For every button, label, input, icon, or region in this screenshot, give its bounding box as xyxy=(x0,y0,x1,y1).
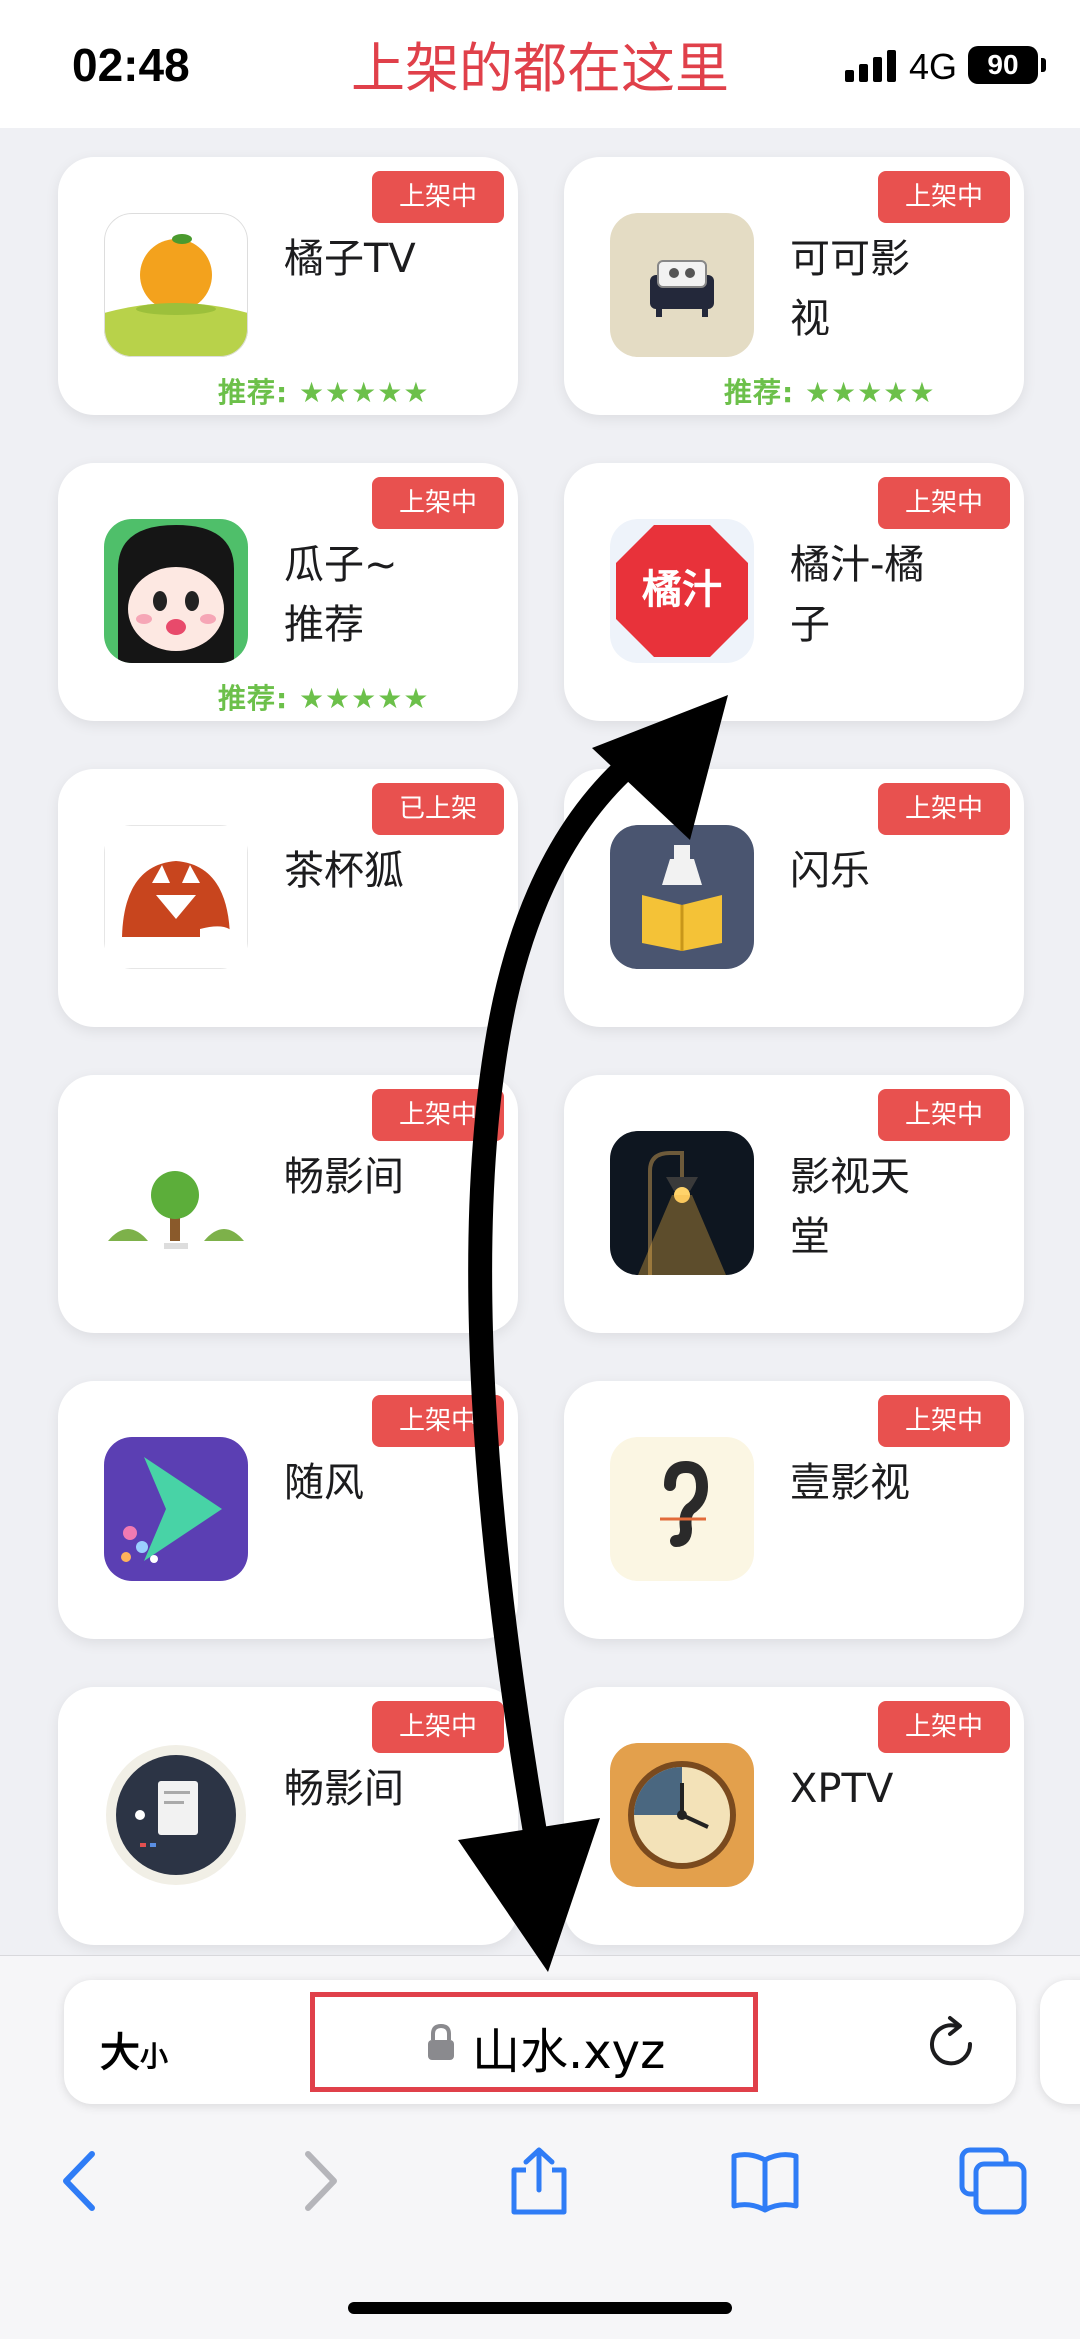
app-name: 瓜子~推荐 xyxy=(284,542,398,648)
status-badge: 上架中 xyxy=(878,477,1010,529)
status-badge: 上架中 xyxy=(372,171,504,223)
battery-icon: 90 xyxy=(968,46,1038,84)
orange-icon xyxy=(104,213,248,357)
app-card[interactable]: 随风 上架中 xyxy=(58,1381,518,1639)
app-card[interactable]: 橘汁 橘汁-橘子 上架中 xyxy=(564,463,1024,721)
juzhi-logo-icon: 橘汁 xyxy=(610,519,754,663)
rating-label: 推荐: ★★★★★ xyxy=(724,376,936,409)
app-card[interactable]: 畅影间 上架中 xyxy=(58,1687,518,1945)
juzhi-logo-text: 橘汁 xyxy=(642,567,722,613)
app-name: 闪乐 xyxy=(790,848,870,894)
status-badge: 已上架 xyxy=(372,783,504,835)
reload-icon[interactable] xyxy=(926,2014,978,2070)
text-size-button[interactable]: 大小 xyxy=(100,2020,168,2078)
play-arrow-icon xyxy=(104,1437,248,1581)
status-badge: 上架中 xyxy=(878,171,1010,223)
tree-icon xyxy=(104,1131,248,1275)
lock-icon xyxy=(428,2024,454,2060)
network-type: 4G xyxy=(909,46,958,87)
app-card[interactable]: 影视天堂 上架中 xyxy=(564,1075,1024,1333)
app-name: 茶杯狐 xyxy=(284,848,404,894)
rating-label: 推荐: ★★★★★ xyxy=(218,682,430,715)
app-name: 橘子TV xyxy=(284,236,416,282)
app-card[interactable]: 橘子TV 上架中 推荐: ★★★★★ xyxy=(58,157,518,415)
home-indicator[interactable] xyxy=(348,2302,732,2314)
ear-icon xyxy=(610,1437,754,1581)
app-name: 畅影间 xyxy=(284,1154,404,1200)
app-card[interactable]: XPTV 上架中 xyxy=(564,1687,1024,1945)
document-icon xyxy=(104,1743,248,1887)
app-name: 畅影间 xyxy=(284,1766,404,1812)
app-name: 橘汁-橘子 xyxy=(790,542,925,648)
app-name: 可可影视 xyxy=(790,236,910,342)
forward-icon[interactable] xyxy=(282,2146,352,2216)
status-bar: 02:48 上架的都在这里 4G 90 xyxy=(0,0,1080,128)
status-badge: 上架中 xyxy=(878,1701,1010,1753)
status-badge: 上架中 xyxy=(878,1395,1010,1447)
text-size-big: 大 xyxy=(100,2030,140,2076)
sofa-icon xyxy=(610,213,754,357)
clock-icon xyxy=(610,1743,754,1887)
battery-tip xyxy=(1041,58,1046,72)
app-name: 随风 xyxy=(284,1460,364,1506)
status-badge: 上架中 xyxy=(372,1701,504,1753)
app-name: XPTV xyxy=(790,1766,894,1812)
app-card[interactable]: 畅影间 上架中 xyxy=(58,1075,518,1333)
lamp-icon xyxy=(610,1131,754,1275)
rating-label: 推荐: ★★★★★ xyxy=(218,376,430,409)
status-badge: 上架中 xyxy=(878,783,1010,835)
back-icon[interactable] xyxy=(48,2146,118,2216)
app-card[interactable]: 茶杯狐 已上架 xyxy=(58,769,518,1027)
signal-icon xyxy=(845,50,897,82)
tabs-icon[interactable] xyxy=(958,2146,1028,2216)
text-size-small: 小 xyxy=(140,2040,169,2073)
app-card[interactable]: 瓜子~推荐 上架中 推荐: ★★★★★ xyxy=(58,463,518,721)
status-badge: 上架中 xyxy=(372,1395,504,1447)
url-text[interactable]: 山水.xyz xyxy=(472,2012,665,2082)
app-card[interactable]: 可可影视 上架中 推荐: ★★★★★ xyxy=(564,157,1024,415)
status-badge: 上架中 xyxy=(878,1089,1010,1141)
next-tab-preview[interactable] xyxy=(1040,1980,1080,2104)
book-bottle-icon xyxy=(610,825,754,969)
app-name: 壹影视 xyxy=(790,1460,910,1506)
app-name: 影视天堂 xyxy=(790,1154,910,1260)
fox-icon xyxy=(104,825,248,969)
bookmarks-icon[interactable] xyxy=(730,2146,800,2216)
status-badge: 上架中 xyxy=(372,1089,504,1141)
status-badge: 上架中 xyxy=(372,477,504,529)
share-icon[interactable] xyxy=(504,2146,574,2216)
app-card[interactable]: 壹影视 上架中 xyxy=(564,1381,1024,1639)
cartoon-face-icon xyxy=(104,519,248,663)
app-card[interactable]: 闪乐 上架中 xyxy=(564,769,1024,1027)
